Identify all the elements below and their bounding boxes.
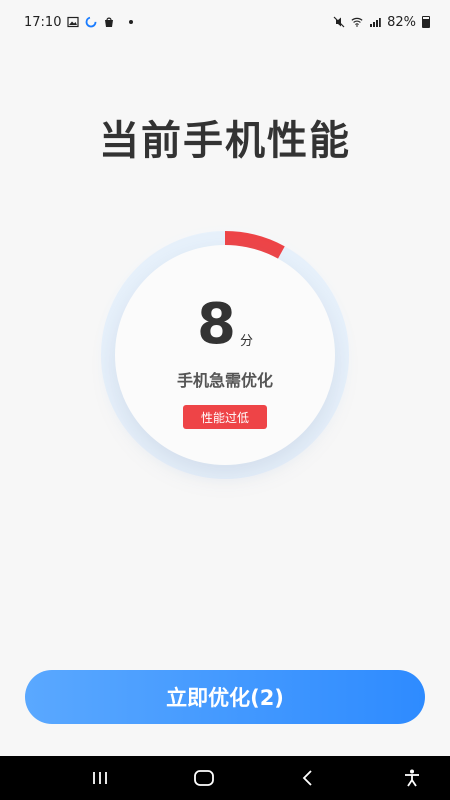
score-row: 8分 xyxy=(115,297,335,353)
page-title: 当前手机性能 xyxy=(99,118,351,164)
gauge-center: 8分 手机急需优化 性能过低 xyxy=(115,245,335,465)
battery-percent: 82% xyxy=(387,14,416,30)
image-icon xyxy=(67,16,80,28)
back-icon xyxy=(302,770,312,786)
recent-apps-icon xyxy=(93,772,107,784)
accessibility-icon xyxy=(405,769,419,787)
status-right-group: 82% xyxy=(333,15,430,30)
status-time: 17:10 xyxy=(24,14,62,30)
home-button[interactable] xyxy=(190,764,218,792)
loading-icon xyxy=(85,16,97,28)
mute-icon xyxy=(333,16,345,28)
dot-icon xyxy=(129,20,134,24)
system-nav-bar xyxy=(0,756,450,800)
battery-icon xyxy=(422,16,430,28)
accessibility-button[interactable] xyxy=(398,764,426,792)
performance-score: 8 xyxy=(197,292,236,357)
back-button[interactable] xyxy=(294,764,322,792)
performance-gauge: 8分 手机急需优化 性能过低 xyxy=(95,225,355,485)
score-unit: 分 xyxy=(239,334,253,349)
recent-apps-button[interactable] xyxy=(86,764,114,792)
optimize-button[interactable]: 立即优化(2) xyxy=(25,670,425,724)
bag-icon xyxy=(103,16,115,28)
status-badge: 性能过低 xyxy=(183,405,267,429)
signal-icon xyxy=(369,16,381,28)
wifi-icon xyxy=(351,16,363,28)
performance-status: 手机急需优化 xyxy=(176,371,273,390)
home-icon xyxy=(194,770,214,786)
status-left-group: 17:10 xyxy=(24,14,134,30)
status-bar: 17:10 82% xyxy=(0,0,450,44)
